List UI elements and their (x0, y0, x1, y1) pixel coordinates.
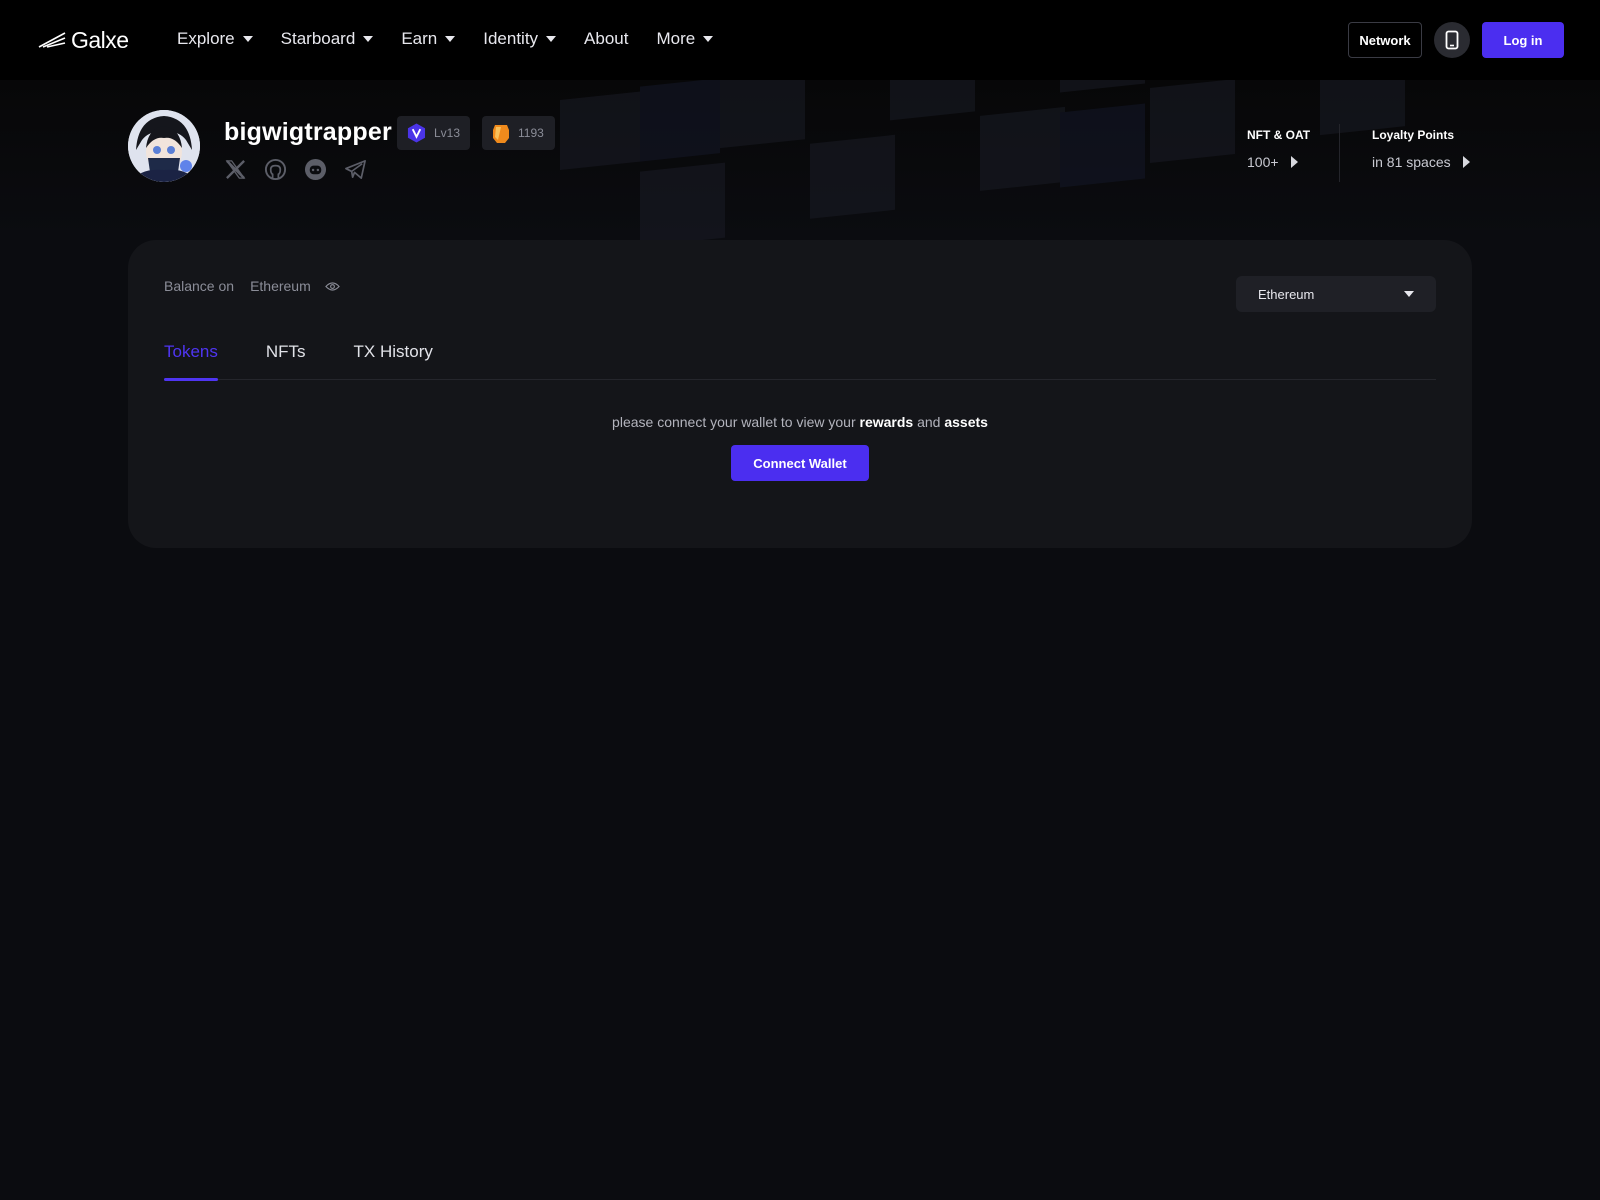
asset-tabs: Tokens NFTs TX History (164, 342, 1436, 381)
galxe-logo-icon (38, 32, 66, 48)
login-button[interactable]: Log in (1482, 22, 1564, 58)
tab-tx-history[interactable]: TX History (354, 342, 433, 380)
orange-gem-icon (493, 125, 509, 143)
level-text: Lv13 (433, 126, 460, 140)
chain-select[interactable]: Ethereum (1236, 276, 1436, 312)
nav-more[interactable]: More (656, 27, 714, 51)
nav-earn[interactable]: Earn (401, 27, 456, 51)
mobile-phone-icon (1445, 30, 1459, 50)
nav-starboard-label: Starboard (280, 29, 356, 48)
caret-down-icon (703, 36, 714, 42)
nav-explore[interactable]: Explore (177, 27, 253, 51)
connect-wallet-button[interactable]: Connect Wallet (731, 445, 869, 481)
message-prefix: please connect your wallet to view your (612, 414, 860, 430)
avatar-image (128, 110, 200, 182)
nft-oat-value: 100+ (1247, 154, 1279, 170)
nft-oat-label: NFT & OAT (1247, 128, 1311, 142)
points-text: 1193 (518, 126, 544, 140)
discord-icon[interactable] (304, 158, 327, 181)
loyalty-points-label: Loyalty Points (1372, 128, 1455, 142)
tab-nfts[interactable]: NFTs (266, 342, 306, 380)
caret-down-icon (242, 36, 253, 42)
nav-more-label: More (656, 29, 696, 48)
profile-username: bigwigtrapper (224, 118, 392, 146)
github-icon[interactable] (264, 158, 287, 181)
nav-about-label: About (584, 29, 629, 48)
caret-down-icon (1404, 291, 1414, 297)
balance-header: Balance on Ethereum (164, 278, 340, 294)
chain-select-value: Ethereum (1258, 286, 1315, 302)
level-badge[interactable]: Lv13 (397, 116, 470, 150)
banner-pattern (560, 80, 1405, 240)
network-button[interactable]: Network (1348, 22, 1422, 58)
tab-tokens[interactable]: Tokens (164, 342, 218, 381)
nav-explore-label: Explore (177, 29, 235, 48)
logo-text: Galxe (71, 26, 129, 53)
nav-starboard[interactable]: Starboard (281, 27, 374, 51)
message-assets: assets (944, 414, 988, 430)
top-navigation-bar: Galxe Explore Starboard Earn Identity Ab… (0, 0, 1600, 80)
stat-divider (1339, 124, 1340, 182)
galxe-logo[interactable]: Galxe (37, 26, 129, 54)
social-links (224, 158, 367, 181)
connect-wallet-message: please connect your wallet to view your … (128, 414, 1472, 430)
v-shield-icon (407, 123, 426, 143)
message-rewards: rewards (859, 414, 914, 430)
x-twitter-icon[interactable] (224, 158, 247, 181)
balance-label: Balance on (164, 278, 235, 294)
eye-icon[interactable] (324, 281, 340, 292)
caret-down-icon (445, 36, 456, 42)
arrow-right-icon (1462, 156, 1470, 168)
main-nav: Explore Starboard Earn Identity About Mo… (177, 27, 741, 51)
assets-card: Balance on Ethereum Ethereum Tokens NFTs… (128, 240, 1472, 548)
nav-identity-label: Identity (483, 29, 539, 48)
nav-identity[interactable]: Identity (483, 27, 557, 51)
telegram-icon[interactable] (344, 158, 367, 181)
message-and: and (913, 414, 945, 430)
loyalty-points-stat[interactable]: Loyalty Points in 81 spaces (1372, 128, 1470, 170)
user-avatar (128, 110, 200, 182)
loyalty-points-value: in 81 spaces (1372, 154, 1451, 170)
arrow-right-icon (1290, 156, 1298, 168)
nav-about[interactable]: About (584, 27, 628, 51)
nav-earn-label: Earn (401, 29, 438, 48)
points-badge[interactable]: 1193 (482, 116, 555, 150)
caret-down-icon (363, 36, 374, 42)
balance-chain: Ethereum (250, 278, 311, 294)
caret-down-icon (546, 36, 557, 42)
mobile-app-button[interactable] (1434, 22, 1470, 58)
nft-oat-stat[interactable]: NFT & OAT 100+ (1247, 128, 1310, 170)
